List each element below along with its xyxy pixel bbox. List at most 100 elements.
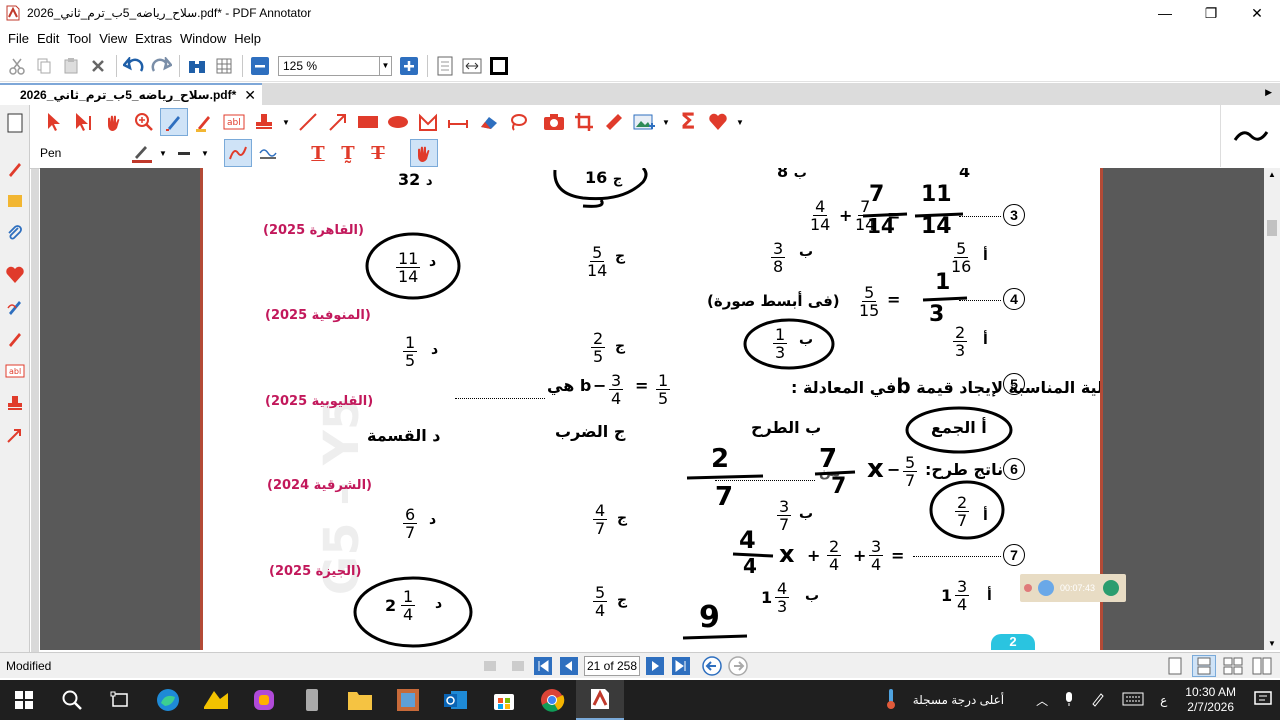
fit-page-icon[interactable] <box>432 53 458 79</box>
close-tab-icon[interactable]: ✕ <box>244 87 256 104</box>
pen-icon[interactable] <box>0 155 30 183</box>
tab-list-icon[interactable]: ▶ <box>1265 87 1272 98</box>
lasso-tool-icon[interactable] <box>504 108 532 136</box>
zoom-out-icon[interactable] <box>247 53 273 79</box>
formula-tool-icon[interactable]: Σ <box>674 108 702 136</box>
next-doc-icon[interactable] <box>507 656 527 676</box>
paste-icon[interactable] <box>58 53 84 79</box>
copy-icon[interactable] <box>31 53 57 79</box>
scroll-thumb[interactable] <box>1267 220 1277 236</box>
ruler-tool-icon[interactable] <box>600 108 628 136</box>
start-icon[interactable] <box>0 680 48 720</box>
continuous-view-icon[interactable] <box>1192 655 1216 677</box>
curve-pen-icon[interactable] <box>0 293 30 321</box>
favorites-icon[interactable] <box>0 261 30 289</box>
line-tool-icon[interactable] <box>294 108 322 136</box>
select-arrow-icon[interactable] <box>40 108 68 136</box>
smooth-stroke-icon[interactable] <box>224 139 252 167</box>
back-icon[interactable] <box>702 656 722 676</box>
menu-extras[interactable]: Extras <box>131 31 176 46</box>
rectangle-tool-icon[interactable] <box>354 108 382 136</box>
phone-link-icon[interactable] <box>288 680 336 720</box>
textbox-tool-icon[interactable]: abl <box>220 108 248 136</box>
fit-width-icon[interactable] <box>459 53 485 79</box>
pen-color-icon[interactable] <box>128 139 156 167</box>
pdf-annotator-taskbar-icon[interactable] <box>576 680 624 720</box>
strikeout-tool-icon[interactable]: T <box>364 139 392 167</box>
facing-view-icon[interactable] <box>1250 655 1274 677</box>
file-explorer-icon[interactable] <box>336 680 384 720</box>
full-screen-icon[interactable] <box>486 53 512 79</box>
prev-doc-icon[interactable] <box>481 656 501 676</box>
document-tab[interactable]: سلاح_رياضه_5ب_ترم_ثاني_2026.pdf* ✕ <box>0 83 263 105</box>
menu-window[interactable]: Window <box>176 31 230 46</box>
straighten-icon[interactable] <box>254 139 282 167</box>
zoom-select[interactable]: 125 % ▼ <box>278 55 392 76</box>
text-tool-icon[interactable]: T <box>304 139 332 167</box>
pdf-page[interactable]: G5 – Y5 32 د 16 ج 8 ب 4 3 414 + 714 = (ا… <box>200 168 1103 650</box>
arrow-icon[interactable] <box>0 421 30 449</box>
outlook-icon[interactable] <box>432 680 480 720</box>
chevron-down-icon[interactable]: ▼ <box>660 108 672 136</box>
menu-edit[interactable]: Edit <box>33 31 63 46</box>
chevron-down-icon[interactable]: ▼ <box>280 108 292 136</box>
notification-icon[interactable] <box>1254 690 1272 710</box>
highlighter-icon[interactable] <box>0 325 30 353</box>
forward-icon[interactable] <box>728 656 748 676</box>
two-page-view-icon[interactable] <box>1221 655 1245 677</box>
undo-icon[interactable] <box>121 53 147 79</box>
hand-tool-icon[interactable] <box>100 108 128 136</box>
redo-icon[interactable] <box>148 53 174 79</box>
line-width-icon[interactable] <box>170 139 198 167</box>
task-view-icon[interactable] <box>96 680 144 720</box>
single-page-view-icon[interactable] <box>1163 655 1187 677</box>
stamp-icon[interactable] <box>0 389 30 417</box>
zoom-in-icon[interactable] <box>396 53 422 79</box>
camera-tool-icon[interactable] <box>540 108 568 136</box>
measure-tool-icon[interactable] <box>444 108 472 136</box>
last-page-icon[interactable] <box>671 656 691 676</box>
delete-icon[interactable] <box>85 53 111 79</box>
search-icon[interactable] <box>48 680 96 720</box>
find-icon[interactable] <box>184 53 210 79</box>
arrow-tool-icon[interactable] <box>324 108 352 136</box>
select-text-icon[interactable] <box>70 108 98 136</box>
record-icon[interactable] <box>1024 584 1032 592</box>
eraser-tool-icon[interactable] <box>474 108 502 136</box>
image-tool-icon[interactable] <box>630 108 658 136</box>
chevron-down-icon[interactable]: ▼ <box>734 108 746 136</box>
zoom-tool-icon[interactable] <box>130 108 158 136</box>
close-button[interactable]: ✕ <box>1234 0 1280 26</box>
crop-tool-icon[interactable] <box>570 108 598 136</box>
cut-icon[interactable] <box>4 53 30 79</box>
prev-page-icon[interactable] <box>559 656 579 676</box>
touch-pan-icon[interactable] <box>410 139 438 167</box>
recorder-widget[interactable]: 00:07:43 <box>1020 574 1126 602</box>
microphone-icon[interactable] <box>1064 691 1074 710</box>
menu-tool[interactable]: Tool <box>63 31 95 46</box>
chevron-down-icon[interactable]: ▼ <box>158 139 168 167</box>
vertical-scrollbar[interactable]: ▲ ▼ <box>1264 168 1280 650</box>
minimize-button[interactable]: — <box>1142 0 1188 26</box>
page-icon[interactable] <box>0 109 30 137</box>
grid-icon[interactable] <box>211 53 237 79</box>
stop-icon[interactable] <box>1103 580 1120 596</box>
text-box-icon[interactable]: abl <box>0 357 30 385</box>
copilot-icon[interactable] <box>240 680 288 720</box>
weather-text[interactable]: أعلى درجة مسجلة <box>913 693 1004 707</box>
photos-icon[interactable] <box>384 680 432 720</box>
scroll-up-icon[interactable]: ▲ <box>1264 170 1280 179</box>
keyboard-icon[interactable] <box>1122 692 1144 709</box>
pause-icon[interactable] <box>1038 580 1054 596</box>
menu-file[interactable]: File <box>4 31 33 46</box>
file-manager-icon[interactable] <box>192 680 240 720</box>
menu-view[interactable]: View <box>95 31 131 46</box>
stamp-tool-icon[interactable] <box>250 108 278 136</box>
chrome-icon[interactable] <box>528 680 576 720</box>
ellipse-tool-icon[interactable] <box>384 108 412 136</box>
menu-help[interactable]: Help <box>230 31 265 46</box>
first-page-icon[interactable] <box>533 656 553 676</box>
thermometer-icon[interactable] <box>885 688 897 713</box>
page-number-field[interactable]: 21 of 258 <box>584 656 640 676</box>
pen-menu-icon[interactable] <box>1090 691 1106 710</box>
